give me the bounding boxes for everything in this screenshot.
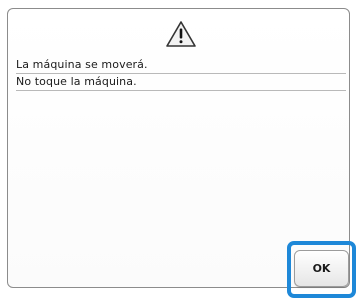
ok-button[interactable]: OK: [294, 250, 349, 287]
message-line-1: La máquina se moverá.: [16, 57, 346, 74]
screen: La máquina se moverá. No toque la máquin…: [0, 0, 357, 298]
warning-icon: [166, 21, 196, 47]
message-line-2: No toque la máquina.: [16, 74, 346, 91]
message-area: La máquina se moverá. No toque la máquin…: [16, 57, 346, 91]
